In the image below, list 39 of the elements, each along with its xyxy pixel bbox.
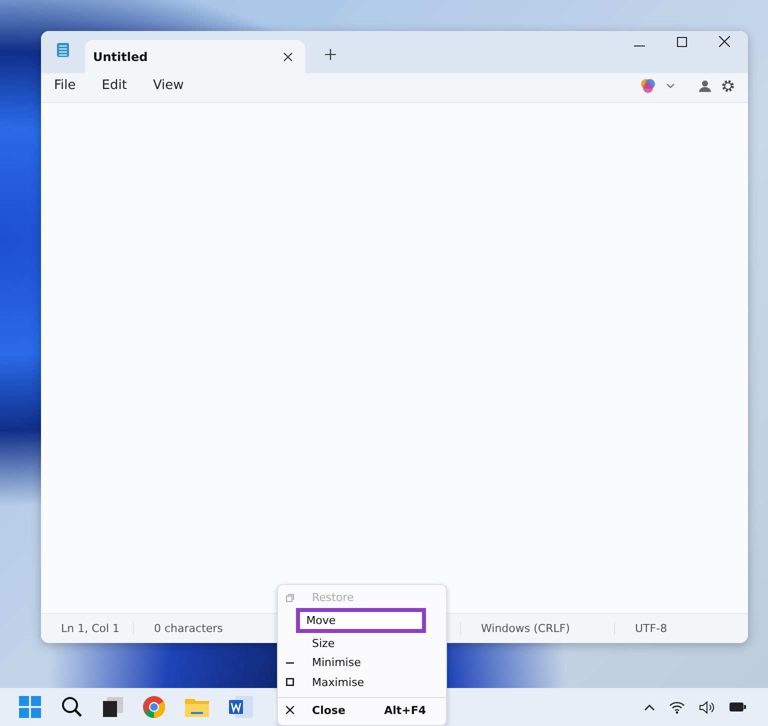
menu-item[interactable]: Size	[309, 636, 338, 651]
account-icon[interactable]	[699, 80, 711, 92]
maximize-icon	[286, 678, 294, 686]
close-icon[interactable]	[283, 52, 293, 62]
status-text: 0 characters	[133, 622, 231, 635]
maximize-icon[interactable]	[677, 37, 687, 47]
status-text: Ln 1, Col 1	[60, 622, 121, 635]
new-tab-icon[interactable]	[325, 49, 336, 60]
battery-icon[interactable]	[729, 702, 746, 712]
settings-icon[interactable]	[721, 78, 735, 92]
chevron-down-icon[interactable]	[666, 82, 675, 88]
menu-item[interactable]: Close	[309, 702, 348, 718]
speaker-icon[interactable]	[699, 700, 715, 714]
menu-item[interactable]: File	[54, 78, 76, 93]
browser-icon[interactable]	[143, 696, 165, 718]
shortcut-text: Alt+F4	[384, 704, 426, 716]
start-icon[interactable]	[19, 696, 41, 718]
minimize-icon	[286, 662, 294, 664]
document-tab[interactable]: Untitled	[85, 40, 305, 73]
menu-item[interactable]: Maximise	[309, 674, 368, 690]
task-view-icon[interactable]	[103, 697, 123, 717]
search-icon[interactable]	[61, 696, 83, 718]
menu-item[interactable]: Move	[296, 608, 426, 633]
minimize-icon[interactable]	[634, 45, 645, 47]
folder-icon[interactable]	[185, 697, 209, 717]
status-text: UTF-8	[614, 622, 748, 635]
menu-item[interactable]: Minimise	[309, 655, 364, 670]
close-icon[interactable]	[719, 36, 730, 47]
menu-item[interactable]: Edit	[102, 78, 127, 93]
restore-icon	[286, 594, 294, 602]
close-icon	[286, 706, 294, 714]
menu-item: Restore	[311, 590, 355, 606]
copilot-icon[interactable]	[640, 78, 656, 94]
chevron-up-icon[interactable]	[644, 704, 655, 710]
wifi-icon[interactable]	[669, 700, 685, 714]
notepad-icon	[56, 42, 70, 58]
status-text: Windows (CRLF)	[460, 622, 614, 635]
document-app-icon[interactable]	[229, 696, 253, 718]
menu-item[interactable]: View	[152, 78, 184, 93]
